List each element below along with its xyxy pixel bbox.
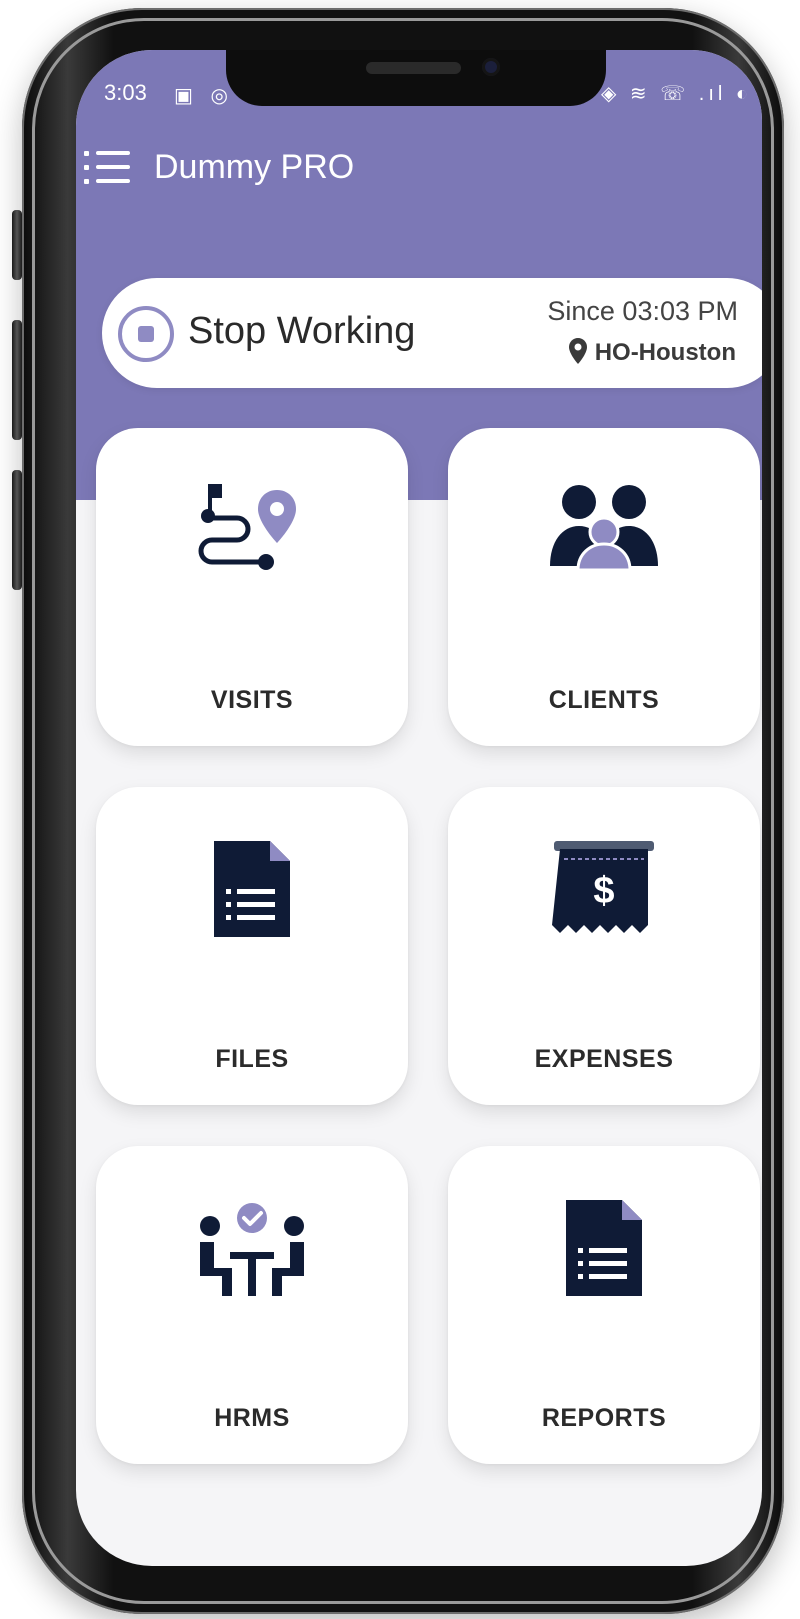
location-name: HO-Houston [594, 339, 736, 366]
tile-label: HRMS [214, 1404, 290, 1432]
report-document-icon [566, 1200, 642, 1296]
tile-label: VISITS [210, 686, 294, 714]
phone-silent-switch [12, 210, 22, 280]
status-time: 3:03 [104, 80, 147, 105]
tile-clients[interactable]: CLIENTS [448, 428, 760, 746]
phone-volume-up-button [12, 320, 22, 440]
notification-icons: ▣ ◎ [174, 85, 234, 107]
tile-label: REPORTS [541, 1404, 667, 1432]
location-text: HO-Houston [568, 338, 736, 367]
phone-notch [226, 50, 606, 106]
route-map-pin-icon [198, 484, 296, 570]
tile-label: CLIENTS [548, 686, 660, 714]
receipt-dollar-icon: $ [552, 841, 654, 933]
tile-expenses[interactable]: $ EXPENSES [448, 787, 760, 1105]
app-screen: 3:03 ▣ ◎ ◈ ≋ ☏ .ıl ◐ Dummy PRO Stop Work… [76, 50, 762, 1566]
tile-visits[interactable]: VISITS [96, 428, 408, 746]
work-status-card[interactable]: Stop Working Since 03:03 PM HO-Houston [102, 278, 762, 388]
stop-icon[interactable] [118, 306, 174, 362]
system-status-icons: ◈ ≋ ☏ .ıl ◐ [600, 83, 752, 105]
since-time-text: Since 03:03 PM [547, 296, 738, 326]
app-bar: Dummy PRO [76, 138, 762, 198]
stop-working-button[interactable]: Stop Working [188, 310, 415, 353]
menu-list-icon[interactable] [82, 148, 134, 188]
app-title: Dummy PRO [154, 148, 355, 186]
earpiece-speaker [366, 62, 461, 74]
phone-volume-down-button [12, 470, 22, 590]
location-pin-icon [568, 338, 587, 364]
users-group-icon [550, 485, 658, 572]
tile-reports[interactable]: REPORTS [448, 1146, 760, 1464]
tile-label: FILES [215, 1045, 289, 1073]
document-list-icon [214, 841, 290, 937]
tile-label: EXPENSES [534, 1045, 674, 1073]
meeting-people-check-icon [200, 1203, 304, 1296]
tile-files[interactable]: FILES [96, 787, 408, 1105]
svg-text:$: $ [593, 870, 614, 912]
front-camera [482, 58, 500, 76]
tile-hrms[interactable]: HRMS [96, 1146, 408, 1464]
